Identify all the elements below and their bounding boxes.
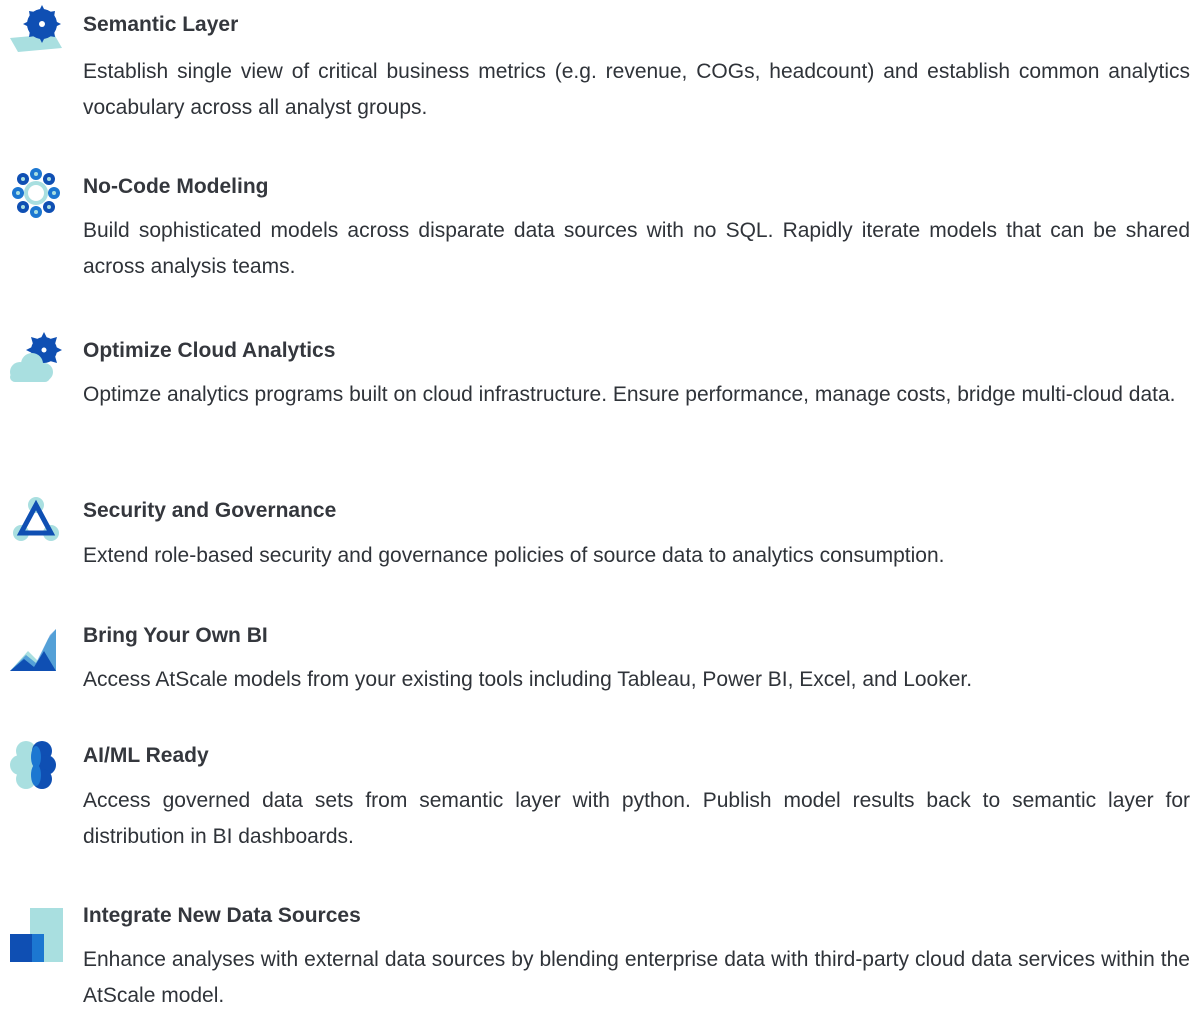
feature-description: Access governed data sets from semantic … (83, 789, 1190, 848)
triangle-shield-icon (8, 493, 64, 549)
mountain-chart-icon (8, 617, 64, 673)
feature-title: Semantic Layer (83, 13, 239, 36)
feature-title: AI/ML Ready (83, 744, 209, 767)
feature-description: Enhance analyses with external data sour… (83, 948, 1190, 1007)
brain-cloud-icon (8, 737, 64, 793)
feature-description: Build sophisticated models across dispar… (83, 219, 1190, 278)
feature-description: Optimze analytics programs built on clou… (83, 383, 1176, 406)
feature-title: No-Code Modeling (83, 175, 269, 198)
data-blocks-icon (8, 906, 64, 962)
feature-title: Security and Governance (83, 499, 337, 522)
feature-title: Bring Your Own BI (83, 624, 268, 647)
feature-title: Integrate New Data Sources (83, 904, 361, 927)
feature-title: Optimize Cloud Analytics (83, 339, 336, 362)
feature-description: Access AtScale models from your existing… (83, 668, 973, 691)
node-ring-icon (8, 167, 64, 223)
feature-description: Establish single view of critical busine… (83, 60, 1190, 119)
sunburst-layer-icon (8, 4, 64, 60)
sun-cloud-icon (8, 330, 64, 386)
feature-description: Extend role-based security and governanc… (83, 544, 945, 567)
